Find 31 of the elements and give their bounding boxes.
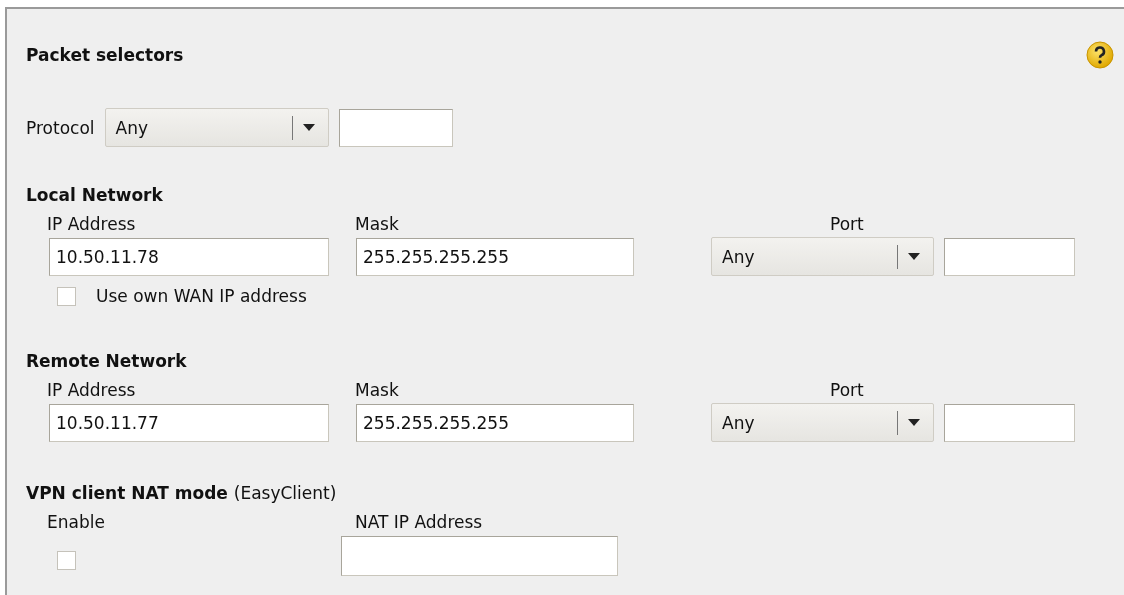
field-label: Port xyxy=(830,214,864,234)
field-label: IP Address xyxy=(47,214,137,234)
field-label: Port xyxy=(830,380,864,400)
checkbox-label: Use own WAN IP address xyxy=(96,286,307,306)
dropdown[interactable]: Any xyxy=(711,237,934,276)
section-heading: Remote Network xyxy=(26,350,188,372)
checkbox[interactable] xyxy=(57,286,76,306)
checkbox[interactable] xyxy=(57,551,76,570)
caret-icon xyxy=(908,253,920,260)
dropdown[interactable]: Any xyxy=(711,403,934,442)
caret-icon xyxy=(908,419,920,426)
input-field[interactable] xyxy=(341,536,618,576)
input-field[interactable] xyxy=(944,237,1075,276)
section-heading: Local Network xyxy=(26,184,164,206)
field-label: Mask xyxy=(355,214,400,234)
input-field[interactable] xyxy=(338,108,453,147)
dropdown[interactable]: Any xyxy=(104,108,329,147)
input-field[interactable]: 10.50.11.77 xyxy=(49,403,329,442)
caret-icon xyxy=(302,124,315,131)
field-label: IP Address xyxy=(47,380,137,400)
field-label: Protocol xyxy=(26,117,95,138)
field-label: Mask xyxy=(355,380,400,400)
input-field[interactable]: 255.255.255.255 xyxy=(356,403,634,442)
input-field[interactable]: 255.255.255.255 xyxy=(356,237,634,276)
field-label: Enable xyxy=(47,512,106,532)
section-heading: VPN client NAT mode (EasyClient) xyxy=(26,482,338,504)
input-field[interactable] xyxy=(944,403,1075,442)
input-field[interactable]: 10.50.11.78 xyxy=(49,237,329,276)
field-label: NAT IP Address xyxy=(355,512,483,532)
help-icon[interactable] xyxy=(1086,41,1114,69)
section-title: Packet selectors xyxy=(26,44,184,66)
